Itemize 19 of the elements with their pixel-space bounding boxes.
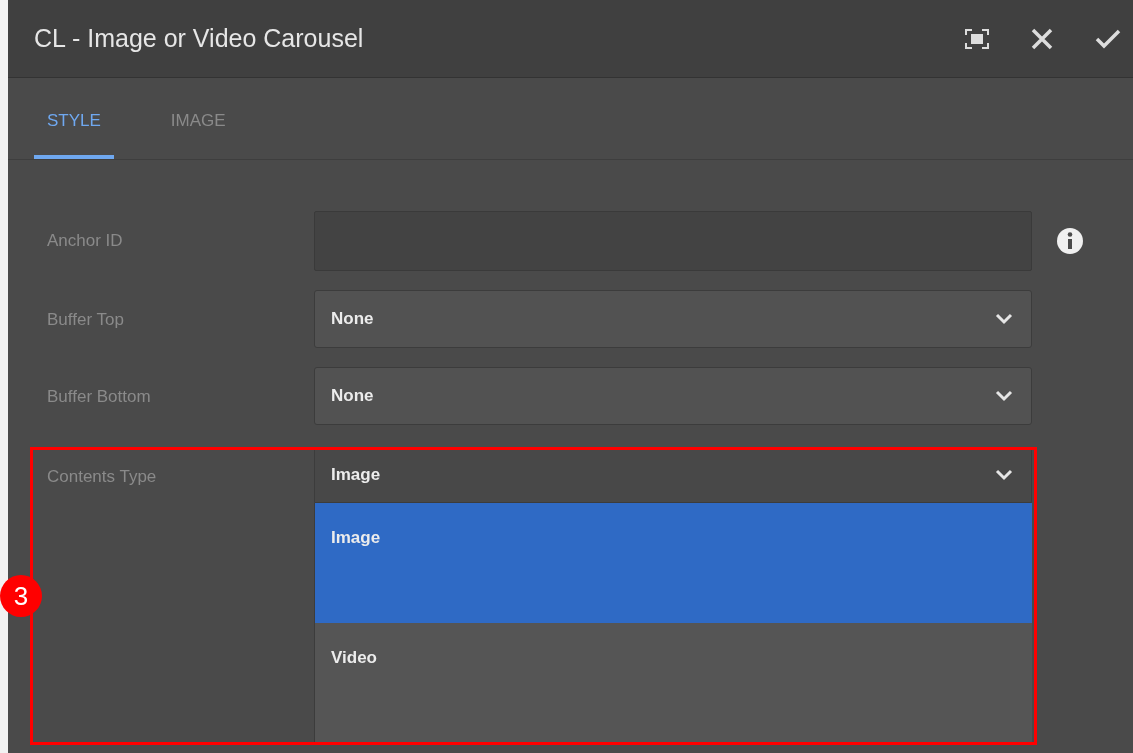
step-badge: 3 xyxy=(0,575,42,617)
chevron-down-icon xyxy=(995,390,1013,402)
close-icon xyxy=(1031,27,1053,50)
dropdown-select[interactable]: None xyxy=(314,367,1032,425)
field-label: Anchor ID xyxy=(47,230,124,251)
field-label: Contents Type xyxy=(47,466,158,487)
info-icon[interactable] xyxy=(1056,227,1084,255)
chevron-down-icon xyxy=(995,469,1013,481)
field-label: Buffer Top xyxy=(47,309,125,330)
field-label: Buffer Bottom xyxy=(47,386,152,407)
dropdown-select[interactable]: Image xyxy=(314,447,1032,503)
checkmark-icon xyxy=(1095,28,1121,49)
dropdown-option[interactable]: Video xyxy=(315,623,1032,743)
fullscreen-icon xyxy=(965,28,989,49)
dropdown-option[interactable]: Image xyxy=(315,503,1032,623)
tab[interactable]: STYLE xyxy=(34,111,114,159)
dropdown-select[interactable]: None xyxy=(314,290,1032,348)
chevron-down-icon xyxy=(995,313,1013,325)
dialog-title: CL - Image or Video Carousel xyxy=(34,24,365,53)
